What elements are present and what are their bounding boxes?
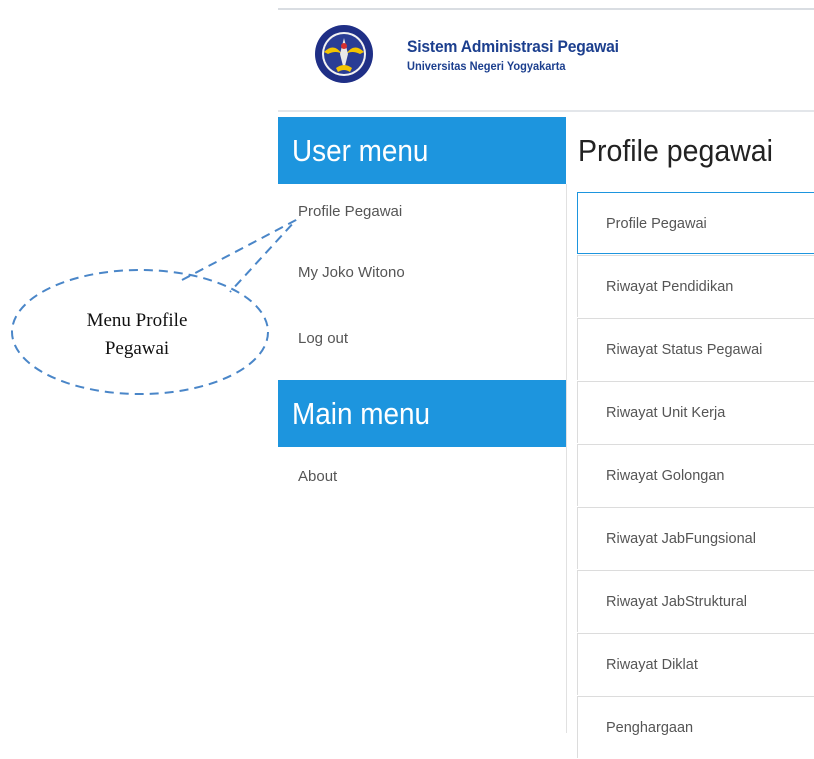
callout-text: Menu Profile Pegawai [62,307,212,363]
sidebar-item-logout[interactable]: Log out [278,306,566,372]
profile-tab-list: Profile Pegawai Riwayat Pendidikan Riway… [566,184,814,758]
tab-riwayat-golongan[interactable]: Riwayat Golongan [577,444,814,506]
user-menu-heading: User menu [278,117,566,184]
app-title: Sistem Administrasi Pegawai [407,37,619,56]
tab-riwayat-diklat[interactable]: Riwayat Diklat [577,633,814,695]
callout-line-1: Menu Profile [86,310,188,331]
sidebar-item-about[interactable]: About [278,447,566,507]
sidebar-item-my-account[interactable]: My Joko Witono [278,240,566,306]
university-seal-icon [315,25,373,83]
app-subtitle: Universitas Negeri Yogyakarta [407,59,566,73]
tab-riwayat-jabstruktural[interactable]: Riwayat JabStruktural [577,570,814,632]
sidebar-item-profile-pegawai[interactable]: Profile Pegawai [278,184,566,240]
tab-riwayat-status-pegawai[interactable]: Riwayat Status Pegawai [577,318,814,380]
tab-riwayat-unit-kerja[interactable]: Riwayat Unit Kerja [577,381,814,443]
tab-profile-pegawai[interactable]: Profile Pegawai [577,192,814,254]
tab-riwayat-pendidikan[interactable]: Riwayat Pendidikan [577,255,814,317]
tab-penghargaan[interactable]: Penghargaan [577,696,814,758]
page-title: Profile pegawai [578,133,774,168]
sidebar: User menu Profile Pegawai My Joko Witono… [278,117,566,507]
main-menu-heading: Main menu [278,380,566,447]
callout-line-2: Pegawai [104,338,170,359]
main-content: Profile pegawai Profile Pegawai Riwayat … [566,117,814,758]
app-header: Sistem Administrasi Pegawai Universitas … [278,10,814,112]
tab-riwayat-jabfungsional[interactable]: Riwayat JabFungsional [577,507,814,569]
